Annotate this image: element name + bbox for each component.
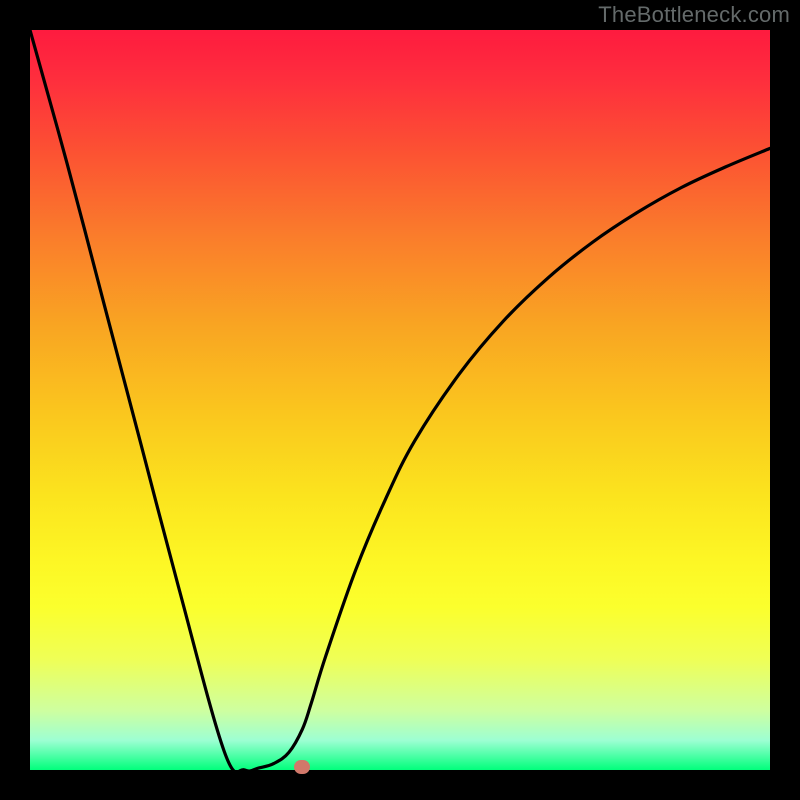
bottleneck-curve bbox=[30, 30, 770, 770]
chart-frame: TheBottleneck.com bbox=[0, 0, 800, 800]
optimum-marker bbox=[294, 760, 310, 774]
plot-area bbox=[30, 30, 770, 770]
watermark-text: TheBottleneck.com bbox=[598, 2, 790, 28]
curve-svg bbox=[30, 30, 770, 770]
